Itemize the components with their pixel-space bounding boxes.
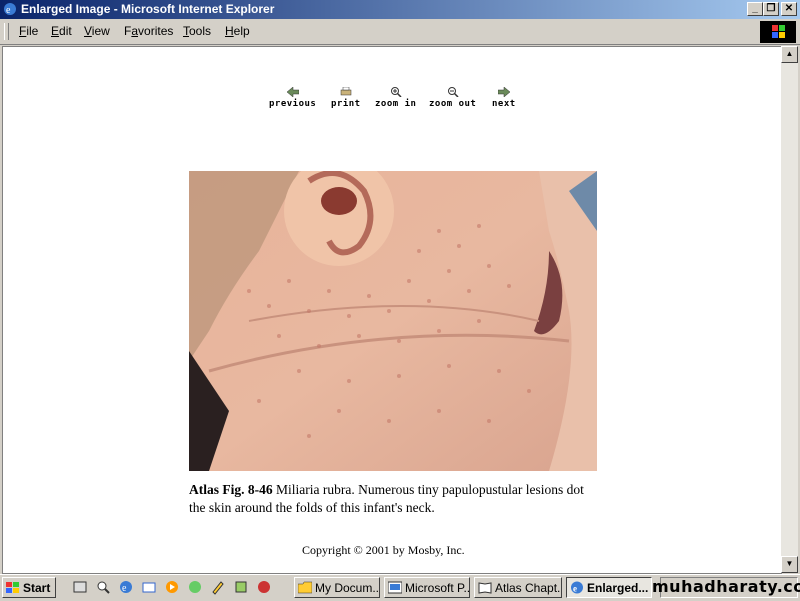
quicklaunch-app-icon[interactable]: [256, 579, 272, 595]
quicklaunch-outlook-icon[interactable]: [141, 579, 157, 595]
quicklaunch-pen-icon[interactable]: [210, 579, 226, 595]
nav-next-label: next: [492, 99, 516, 109]
task-my-documents[interactable]: My Docum...: [294, 577, 380, 598]
nav-zoom-in-label: zoom in: [375, 99, 417, 109]
menu-bar: File Edit View Favorites Tools Help: [0, 19, 800, 45]
nav-previous-label: previous: [269, 99, 317, 109]
windows-logo-throbber: [760, 21, 796, 43]
menu-tools-rest: ools: [189, 24, 212, 38]
menu-tools[interactable]: Tools: [183, 24, 211, 38]
menu-file[interactable]: File: [19, 24, 38, 38]
powerpoint-icon: [388, 581, 402, 594]
zoom-out-icon: [447, 87, 459, 97]
arrow-left-icon: [286, 87, 299, 97]
ie-icon: e: [4, 3, 16, 16]
window-title: Enlarged Image - Microsoft Internet Expl…: [21, 2, 275, 16]
minimize-icon: _: [752, 3, 758, 14]
menu-view-accel: V: [84, 24, 92, 38]
close-icon: ✕: [784, 3, 794, 14]
restore-icon: ❐: [766, 3, 776, 14]
clinical-photo: [189, 171, 597, 471]
nav-print-label: print: [331, 99, 361, 109]
close-button[interactable]: ✕: [781, 2, 797, 16]
vertical-scrollbar[interactable]: ▲ ▼: [781, 46, 798, 573]
svg-text:e: e: [122, 583, 127, 594]
printer-icon: [340, 87, 352, 96]
scroll-up-icon: ▲: [785, 49, 794, 58]
menu-help-accel: H: [225, 24, 234, 38]
nav-zoom-in[interactable]: zoom in: [375, 87, 416, 109]
nav-zoom-out[interactable]: zoom out: [429, 87, 476, 109]
menu-edit-rest: dit: [59, 24, 72, 38]
zoom-in-icon: [390, 87, 402, 97]
quicklaunch-paint-icon[interactable]: [233, 579, 249, 595]
windows-start-icon: [6, 582, 19, 593]
task-my-documents-label: My Docum...: [315, 581, 380, 595]
quicklaunch-desktop-icon[interactable]: [72, 579, 88, 595]
menu-file-rest: ile: [26, 24, 39, 38]
task-microsoft-powerpoint-label: Microsoft P...: [405, 581, 470, 595]
figure-label: Atlas Fig. 8-46: [189, 482, 273, 497]
arrow-right-icon: [497, 87, 510, 97]
book-icon: [478, 582, 492, 594]
task-microsoft-powerpoint[interactable]: Microsoft P...: [384, 577, 470, 598]
infant-neck-rash-image: [189, 171, 597, 471]
scroll-down-icon: ▼: [785, 559, 794, 568]
menu-edit[interactable]: Edit: [51, 24, 72, 38]
site-watermark: muhadharaty.com: [652, 577, 800, 596]
menu-favorites[interactable]: Favorites: [124, 24, 173, 38]
menu-view-rest: iew: [91, 24, 110, 38]
menu-favorites-rest: vorites: [138, 24, 174, 38]
task-enlarged-image-label: Enlarged...: [587, 581, 649, 595]
menu-view[interactable]: View: [84, 24, 110, 38]
task-enlarged-image[interactable]: e Enlarged...: [566, 577, 652, 598]
nav-print[interactable]: print: [331, 87, 361, 109]
windows-flag-icon: [772, 25, 785, 38]
nav-zoom-out-label: zoom out: [429, 99, 477, 109]
menu-help[interactable]: Help: [225, 24, 250, 38]
ie-task-icon: e: [571, 581, 583, 594]
quicklaunch-messenger-icon[interactable]: [187, 579, 203, 595]
quicklaunch-ie-icon[interactable]: e: [118, 579, 134, 595]
folder-icon: [298, 581, 312, 594]
task-atlas-chapter-label: Atlas Chapt...: [495, 581, 562, 595]
svg-text:e: e: [6, 5, 11, 16]
task-atlas-chapter[interactable]: Atlas Chapt...: [474, 577, 562, 598]
start-button[interactable]: Start: [2, 577, 56, 598]
scroll-up-button[interactable]: ▲: [781, 46, 798, 63]
quicklaunch-search-icon[interactable]: [95, 579, 111, 595]
nav-previous[interactable]: previous: [269, 87, 316, 109]
menu-edit-accel: E: [51, 24, 60, 38]
toolbar-grip[interactable]: [4, 23, 9, 40]
minimize-button[interactable]: _: [747, 2, 763, 16]
quicklaunch-media-icon[interactable]: [164, 579, 180, 595]
svg-text:e: e: [573, 584, 577, 594]
page-viewport: previous print zoom in zoom out next Atl…: [2, 46, 782, 574]
figure-caption: Atlas Fig. 8-46 Miliaria rubra. Numerous…: [189, 481, 589, 517]
copyright-notice: Copyright © 2001 by Mosby, Inc.: [302, 543, 465, 557]
menu-help-rest: elp: [233, 24, 250, 38]
nav-next[interactable]: next: [492, 87, 516, 109]
scroll-down-button[interactable]: ▼: [781, 556, 798, 573]
start-label: Start: [23, 581, 51, 595]
restore-button[interactable]: ❐: [763, 2, 779, 16]
title-bar: e Enlarged Image - Microsoft Internet Ex…: [0, 0, 800, 19]
